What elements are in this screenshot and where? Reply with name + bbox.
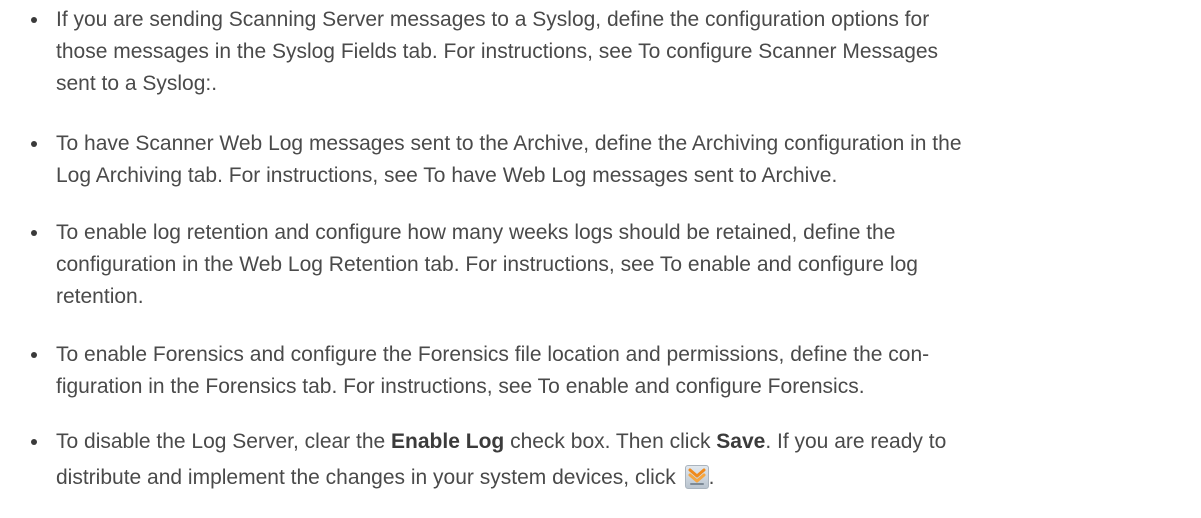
- text-line: To enable Forensics and configure the Fo…: [56, 343, 930, 366]
- text-line: To enable log retention and configure ho…: [56, 221, 896, 244]
- enable-log-ui-label: Enable Log: [391, 430, 505, 453]
- text-line: those messages in the Syslog Fields tab.…: [56, 40, 939, 63]
- bullet-dot: [31, 17, 37, 23]
- distribute-changes-icon: [684, 465, 709, 489]
- text-line: distribute and implement the changes in …: [56, 458, 1191, 498]
- text-line: figuration in the Forensics tab. For ins…: [56, 375, 865, 398]
- text-line: configuration in the Web Log Retention t…: [56, 253, 918, 276]
- save-ui-label: Save: [716, 430, 766, 453]
- bullet-dot: [31, 352, 37, 358]
- text-run: To disable the Log Server, clear the: [56, 430, 392, 453]
- bullet-dot: [31, 230, 37, 236]
- bullet-text: To enable log retention and configure ho…: [56, 217, 1191, 313]
- bullet-text: If you are sending Scanning Server messa…: [56, 4, 1191, 100]
- text-run: check box. Then click: [504, 430, 717, 453]
- text-line: retention.: [56, 285, 144, 308]
- bullet-text: To enable Forensics and configure the Fo…: [56, 339, 1191, 403]
- text-run: distribute and implement the changes in …: [56, 466, 682, 489]
- document-page: If you are sending Scanning Server messa…: [0, 0, 1201, 518]
- text-line: If you are sending Scanning Server messa…: [56, 8, 930, 31]
- text-run: . If you are ready to: [765, 430, 947, 453]
- bullet-text: To disable the Log Server, clear the Ena…: [56, 426, 1191, 498]
- text-run: .: [708, 466, 715, 489]
- text-line: sent to a Syslog:.: [56, 72, 218, 95]
- text-line: To disable the Log Server, clear the Ena…: [56, 426, 1191, 458]
- bullet-dot: [31, 439, 37, 445]
- text-line: Log Archiving tab. For instructions, see…: [56, 164, 838, 187]
- bullet-text: To have Scanner Web Log messages sent to…: [56, 128, 1191, 192]
- text-line: To have Scanner Web Log messages sent to…: [56, 132, 962, 155]
- bullet-dot: [31, 141, 37, 147]
